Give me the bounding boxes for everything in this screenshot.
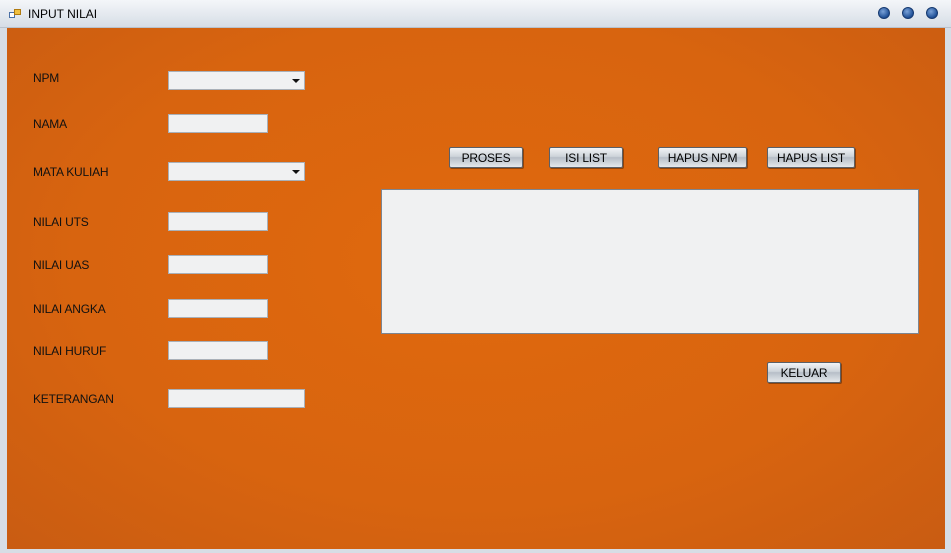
maximize-button[interactable]: [902, 7, 914, 19]
keterangan-label: KETERANGAN: [33, 392, 114, 406]
nilai-uas-input[interactable]: [168, 255, 268, 274]
nama-label: NAMA: [33, 117, 67, 131]
close-button[interactable]: [926, 7, 938, 19]
npm-label: NPM: [33, 71, 60, 85]
form-client-area: NPM NAMA MATA KULIAH NILAI UTS NILAI UAS…: [7, 28, 945, 549]
dropdown-arrow-icon[interactable]: [292, 170, 300, 174]
app-window: INPUT NILAI NPM NAMA MATA KULIAH NILAI U…: [0, 0, 951, 553]
nama-input[interactable]: [168, 114, 268, 133]
nilai-uas-label: NILAI UAS: [33, 258, 90, 272]
window-title: INPUT NILAI: [28, 7, 98, 21]
title-bar: INPUT NILAI: [0, 0, 951, 28]
isi-list-button[interactable]: ISI LIST: [549, 147, 623, 168]
dropdown-arrow-icon[interactable]: [292, 79, 300, 83]
mata-kuliah-label: MATA KULIAH: [33, 165, 109, 179]
nilai-angka-input[interactable]: [168, 299, 268, 318]
nilai-uts-label: NILAI UTS: [33, 215, 89, 229]
nilai-huruf-label: NILAI HURUF: [33, 344, 107, 358]
hapus-list-button[interactable]: HAPUS LIST: [767, 147, 855, 168]
keluar-button[interactable]: KELUAR: [767, 362, 841, 383]
nilai-huruf-input[interactable]: [168, 341, 268, 360]
app-icon: [9, 9, 21, 19]
npm-combobox[interactable]: [168, 71, 305, 90]
nilai-listbox[interactable]: [381, 189, 919, 334]
keterangan-input[interactable]: [168, 389, 305, 408]
proses-button[interactable]: PROSES: [449, 147, 523, 168]
minimize-button[interactable]: [878, 7, 890, 19]
hapus-npm-button[interactable]: HAPUS NPM: [658, 147, 747, 168]
mata-kuliah-combobox[interactable]: [168, 162, 305, 181]
nilai-angka-label: NILAI ANGKA: [33, 302, 106, 316]
nilai-uts-input[interactable]: [168, 212, 268, 231]
